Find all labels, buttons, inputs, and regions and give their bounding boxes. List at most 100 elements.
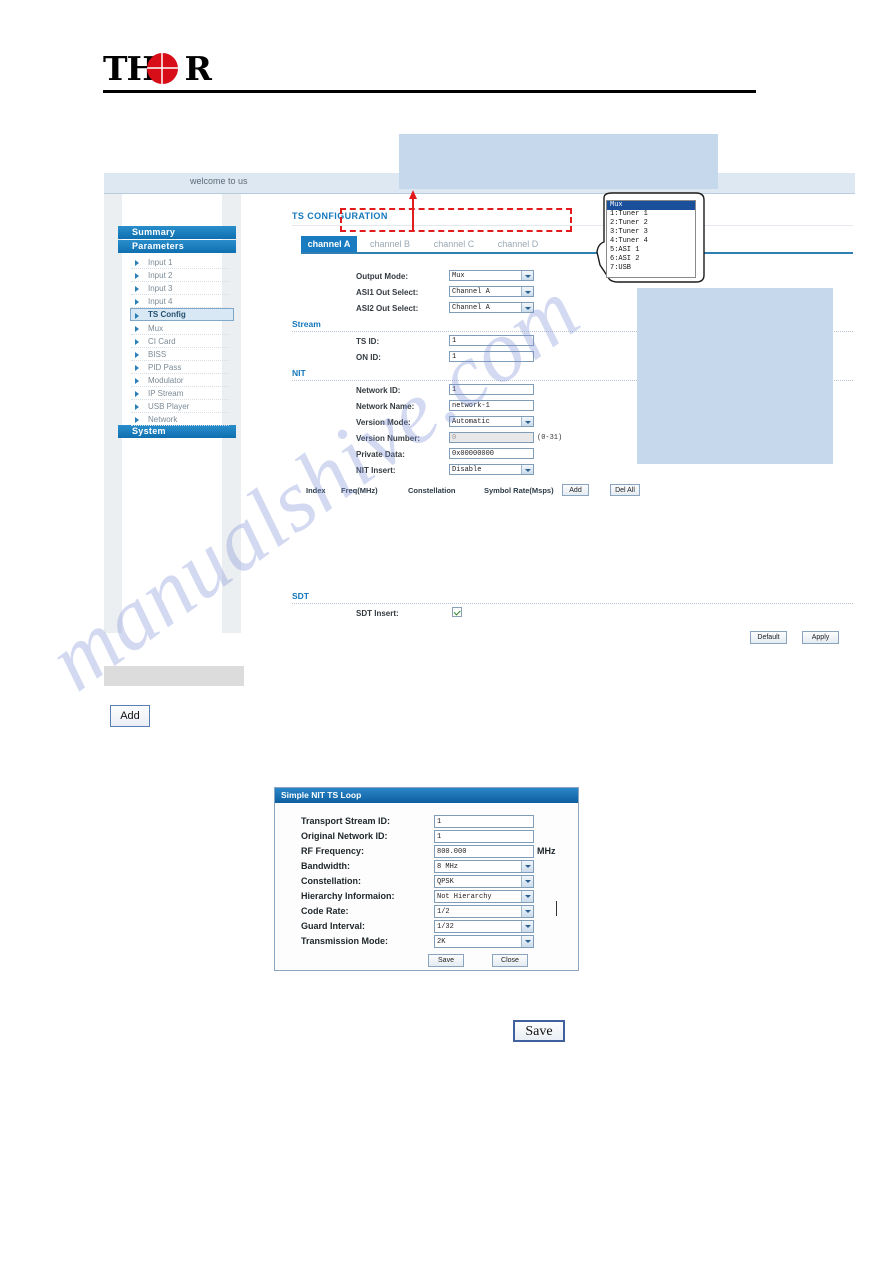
asi2-out-value: Channel A [452, 304, 490, 312]
network-name-input[interactable]: network-1 [449, 400, 534, 411]
guard-interval-label: Guard Interval: [301, 921, 366, 931]
rf-frequency-unit: MHz [537, 846, 556, 856]
option-tuner-1[interactable]: 1:Tuner 1 [607, 210, 695, 219]
column-header-freq: Freq(MHz) [341, 486, 378, 495]
chevron-right-icon [135, 417, 139, 423]
code-rate-select[interactable]: 1/2 [434, 905, 534, 918]
sidebar-item-network[interactable]: Network [131, 413, 229, 426]
version-number-label: Version Number: [356, 434, 421, 443]
option-tuner-3[interactable]: 3:Tuner 3 [607, 228, 695, 237]
sidebar-item-biss[interactable]: BISS [131, 348, 229, 361]
sidebar-item-input-1[interactable]: Input 1 [131, 256, 229, 269]
asi2-out-select[interactable]: Channel A [449, 302, 534, 313]
option-usb[interactable]: 7:USB [607, 264, 695, 273]
sidebar-item-input-2[interactable]: Input 2 [131, 269, 229, 282]
transmission-mode-select[interactable]: 2K [434, 935, 534, 948]
sidebar-header-system[interactable]: System [118, 425, 236, 438]
ts-id-input[interactable]: 1 [449, 335, 534, 346]
brand-logo: THOR [103, 50, 758, 98]
tab-channel-c[interactable]: channel C [427, 236, 481, 252]
rf-frequency-input[interactable]: 800.000 [434, 845, 534, 858]
tab-channel-a[interactable]: channel A [301, 236, 357, 252]
rf-frequency-label: RF Frequency: [301, 846, 365, 856]
on-id-input[interactable]: 1 [449, 351, 534, 362]
option-asi-2[interactable]: 6:ASI 2 [607, 255, 695, 264]
sidebar-item-input-3[interactable]: Input 3 [131, 282, 229, 295]
sdt-insert-checkbox[interactable] [452, 607, 462, 617]
transmission-mode-label: Transmission Mode: [301, 936, 389, 946]
sdt-divider [292, 603, 853, 604]
sidebar-item-ci-card[interactable]: CI Card [131, 335, 229, 348]
sidebar-item-input-4[interactable]: Input 4 [131, 295, 229, 308]
transport-stream-id-label: Transport Stream ID: [301, 816, 391, 826]
tab-channel-b[interactable]: channel B [363, 236, 417, 252]
dialog-close-button[interactable]: Close [492, 954, 528, 967]
annotation-blue-box-right [637, 288, 833, 464]
sidebar-item-modulator[interactable]: Modulator [131, 374, 229, 387]
chevron-down-icon [521, 303, 533, 312]
sidebar-item-label: CI Card [148, 337, 176, 346]
nit-insert-value: Disable [452, 466, 482, 474]
constellation-select[interactable]: QPSK [434, 875, 534, 888]
asi2-out-select-label: ASI2 Out Select: [356, 304, 419, 313]
chevron-right-icon [135, 299, 139, 305]
sidebar-header-summary[interactable]: Summary [118, 226, 236, 239]
asi1-out-select[interactable]: Channel A [449, 286, 534, 297]
hierarchy-information-select[interactable]: Not Hierarchy [434, 890, 534, 903]
nit-insert-select[interactable]: Disable [449, 464, 534, 475]
column-header-index: Index [306, 486, 326, 495]
option-asi-1[interactable]: 5:ASI 1 [607, 246, 695, 255]
chevron-down-icon [521, 906, 533, 917]
simple-nit-ts-loop-dialog: Simple NIT TS Loop Transport Stream ID: … [274, 787, 579, 971]
bandwidth-select[interactable]: 8 MHz [434, 860, 534, 873]
chevron-down-icon [521, 936, 533, 947]
logo-mark: THOR [103, 50, 212, 88]
sidebar-item-mux[interactable]: Mux [131, 322, 229, 335]
sidebar-header-parameters[interactable]: Parameters [118, 240, 236, 253]
private-data-input[interactable]: 0x00000000 [449, 448, 534, 459]
sidebar-item-label: TS Config [148, 310, 186, 319]
chevron-right-icon [135, 326, 139, 332]
sidebar-item-pid-pass[interactable]: PID Pass [131, 361, 229, 374]
tabs-underline [301, 252, 853, 254]
output-mode-select[interactable]: Mux [449, 270, 534, 281]
code-rate-label: Code Rate: [301, 906, 349, 916]
chevron-right-icon [135, 313, 139, 319]
default-button[interactable]: Default [750, 631, 787, 644]
sidebar-item-label: Modulator [148, 376, 184, 385]
add-button-callout[interactable]: Add [110, 705, 150, 727]
sidebar-item-label: PID Pass [148, 363, 182, 372]
sidebar-item-label: USB Player [148, 402, 190, 411]
chevron-down-icon [521, 271, 533, 280]
tab-channel-d[interactable]: channel D [491, 236, 545, 252]
delete-all-button[interactable]: Del All [610, 484, 640, 496]
option-mux[interactable]: Mux [607, 201, 695, 210]
transport-stream-id-input[interactable]: 1 [434, 815, 534, 828]
add-nit-row-button[interactable]: Add [562, 484, 589, 496]
dropdown-callout: Mux 1:Tuner 1 2:Tuner 2 3:Tuner 3 4:Tune… [596, 192, 706, 287]
text-cursor [556, 901, 557, 916]
sidebar-item-ip-stream[interactable]: IP Stream [131, 387, 229, 400]
bandwidth-label: Bandwidth: [301, 861, 350, 871]
version-mode-select[interactable]: Automatic [449, 416, 534, 427]
sidebar-item-label: IP Stream [148, 389, 184, 398]
apply-button[interactable]: Apply [802, 631, 839, 644]
save-button-callout[interactable]: Save [513, 1020, 565, 1042]
section-sdt: SDT [292, 591, 309, 601]
guard-interval-select[interactable]: 1/32 [434, 920, 534, 933]
code-rate-value: 1/2 [437, 908, 450, 916]
original-network-id-input[interactable]: 1 [434, 830, 534, 843]
sidebar-item-ts-config[interactable]: TS Config [130, 308, 234, 321]
chevron-down-icon [521, 891, 533, 902]
transmission-mode-value: 2K [437, 938, 446, 946]
version-number-hint: (0-31) [537, 434, 563, 442]
output-mode-value: Mux [452, 272, 465, 280]
bandwidth-value: 8 MHz [437, 863, 459, 871]
output-mode-option-list[interactable]: Mux 1:Tuner 1 2:Tuner 2 3:Tuner 3 4:Tune… [606, 200, 696, 278]
sidebar-item-label: BISS [148, 350, 167, 359]
network-id-input[interactable]: 1 [449, 384, 534, 395]
option-tuner-2[interactable]: 2:Tuner 2 [607, 219, 695, 228]
dialog-save-button[interactable]: Save [428, 954, 464, 967]
option-tuner-4[interactable]: 4:Tuner 4 [607, 237, 695, 246]
sidebar-item-usb-player[interactable]: USB Player [131, 400, 229, 413]
